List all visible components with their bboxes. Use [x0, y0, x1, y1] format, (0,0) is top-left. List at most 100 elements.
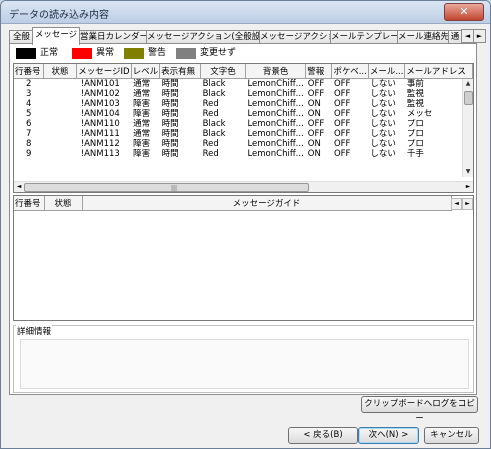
tab-mail-contact[interactable]: メール連絡先 [397, 30, 449, 44]
cell-mail: しない [370, 79, 396, 89]
back-button[interactable]: < 戻る(B) [288, 427, 358, 444]
legend-label-warning: 警告 [148, 48, 167, 58]
col-header-message-id[interactable]: メッセージID [76, 64, 132, 79]
scroll-down-icon[interactable]: ▼ [463, 167, 473, 177]
cell-row-number: 7 [25, 129, 32, 139]
guide-scroll-right-icon[interactable]: ► [462, 198, 473, 210]
tab-message-action[interactable]: メッセージアクション [259, 30, 331, 44]
cell-alarm: ON [307, 109, 321, 119]
cell-level: 障害 [133, 139, 151, 149]
cell-pager: OFF [333, 129, 351, 139]
table-row[interactable]: 8 !ANM112 障害 時間 Red LemonChiff... ON OFF しない プロ [14, 139, 473, 149]
window-title: データの読み込み内容 [9, 10, 109, 21]
dialog-window: データの読み込み内容 ✕ 全般 メッセージ 営業日カレンダー メッセージアクショ… [0, 0, 491, 449]
cell-row-number: 2 [25, 79, 32, 89]
guide-col-header-status[interactable]: 状態 [44, 196, 83, 211]
cell-display: 時間 [161, 89, 179, 99]
copy-log-to-clipboard-button[interactable]: クリップボードへログをコピー [361, 396, 478, 424]
message-grid[interactable]: 行番号 状態 メッセージID レベル 表示有無 文字色 背景色 警報 ポケベ..… [13, 63, 474, 193]
vertical-scroll-thumb[interactable] [464, 91, 473, 105]
cell-mail: しない [370, 119, 396, 129]
legend-label-unchanged: 変更せず [200, 48, 237, 58]
cell-status [43, 109, 76, 119]
cell-status [43, 89, 76, 99]
tab-business-calendar[interactable]: 営業日カレンダー [79, 30, 147, 44]
cell-level: 通常 [133, 89, 151, 99]
col-header-mail-address[interactable]: メールアドレス [404, 64, 473, 79]
cell-row-number: 6 [25, 119, 32, 129]
tab-mail-template[interactable]: メールテンプレート [330, 30, 398, 44]
col-header-text-color[interactable]: 文字色 [200, 64, 246, 79]
message-tab-panel: 正常 異常 警告 変更せず 行番号 状態 メッセージID レベル 表示有無 文字… [9, 43, 477, 395]
table-row[interactable]: 7 !ANM111 通常 時間 Black LemonChiff... OFF OFF しないプ… [14, 129, 473, 139]
cell-text-color: Red [202, 149, 219, 159]
tab-general[interactable]: 全般 [9, 30, 34, 44]
cell-alarm: OFF [307, 79, 325, 89]
cell-status [43, 149, 76, 159]
cancel-button[interactable]: キャンセル [424, 427, 479, 444]
cell-row-number: 4 [25, 99, 32, 109]
cell-background-color: LemonChiff... [247, 89, 304, 99]
cell-status [43, 99, 76, 109]
tab-message[interactable]: メッセージ [32, 27, 80, 45]
table-row[interactable]: 4 !ANM103 障害 時間 Red LemonChiff... ON OFF しない 監視 [14, 99, 473, 109]
cell-pager: OFF [333, 89, 351, 99]
cell-level: 通常 [133, 129, 151, 139]
cell-display: 時間 [161, 79, 179, 89]
cell-mail: しない [370, 89, 396, 99]
cell-row-number: 3 [25, 89, 32, 99]
tab-message-action-general[interactable]: メッセージアクション(全般設定) [146, 30, 260, 44]
legend-label-normal: 正常 [40, 48, 59, 58]
cell-background-color: LemonChiff... [247, 129, 304, 139]
status-legend: 正常 異常 警告 変更せず [16, 47, 316, 61]
horizontal-scroll-thumb[interactable]: ||| [24, 183, 309, 192]
title-bar: データの読み込み内容 ✕ [1, 1, 490, 24]
col-header-level[interactable]: レベル [131, 64, 161, 79]
col-header-alarm[interactable]: 警報 [305, 64, 333, 79]
col-header-display[interactable]: 表示有無 [159, 64, 202, 79]
tab-scroll-right-icon[interactable]: ► [473, 29, 486, 43]
cell-background-color: LemonChiff... [247, 149, 304, 159]
scroll-left-icon[interactable]: ◄ [14, 182, 24, 192]
next-button[interactable]: 次へ(N) > [358, 427, 419, 444]
message-guide-grid[interactable]: 行番号 状態 メッセージガイド ◄ ► [13, 195, 474, 321]
table-row[interactable]: 5 !ANM104 障害 時間 Red LemonChiff... ON OFF しない メッセ [14, 109, 473, 119]
tab-notification[interactable]: 通 [448, 30, 462, 44]
cell-status [43, 139, 76, 149]
guide-col-header-row-number[interactable]: 行番号 [14, 196, 45, 211]
message-grid-horizontal-scrollbar[interactable]: ◄ ||| ► [14, 181, 473, 192]
guide-col-header-message-guide[interactable]: メッセージガイド [82, 196, 452, 211]
cell-background-color: LemonChiff... [247, 79, 304, 89]
col-header-status[interactable]: 状態 [43, 64, 78, 79]
message-table: 行番号 状態 メッセージID レベル 表示有無 文字色 背景色 警報 ポケベ..… [14, 64, 473, 159]
legend-label-error: 異常 [96, 48, 115, 58]
cell-alarm: OFF [307, 89, 325, 99]
cell-text-color: Black [202, 129, 226, 139]
cell-text-color: Black [202, 89, 226, 99]
col-header-mail[interactable]: メール... [368, 64, 406, 79]
cell-level: 障害 [133, 149, 151, 159]
cell-background-color: LemonChiff... [247, 139, 304, 149]
table-row[interactable]: 9 !ANM113 障害 時間 Red LemonChiff... ON OFF しない 千手 [14, 149, 473, 159]
tab-strip: 全般 メッセージ 営業日カレンダー メッセージアクション(全般設定) メッセージ… [9, 27, 486, 45]
col-header-row-number[interactable]: 行番号 [14, 64, 44, 79]
cell-level: 通常 [133, 119, 151, 129]
table-row[interactable]: 6 !ANM110 通常 時間 Black LemonChiff... OFF OFF しないプ… [14, 119, 473, 129]
cell-mail: しない [370, 109, 396, 119]
cell-background-color: LemonChiff... [247, 119, 304, 129]
guide-scroll-left-icon[interactable]: ◄ [451, 198, 462, 210]
cell-status [43, 119, 76, 129]
scroll-right-icon[interactable]: ► [463, 182, 473, 192]
cell-display: 時間 [161, 109, 179, 119]
scroll-up-icon[interactable]: ▲ [463, 79, 473, 89]
message-guide-table: 行番号 状態 メッセージガイド [14, 196, 452, 211]
guide-grid-header-row: 行番号 状態 メッセージガイド [14, 196, 452, 211]
cell-alarm: ON [307, 139, 321, 149]
table-row[interactable]: 2 !ANM101 通常 時間 Black LemonChiff... OFF OFF しない事… [14, 79, 473, 90]
cell-mail: しない [370, 149, 396, 159]
close-icon[interactable]: ✕ [444, 3, 484, 21]
col-header-pager[interactable]: ポケベ... [331, 64, 369, 79]
col-header-background-color[interactable]: 背景色 [245, 64, 307, 79]
message-grid-vertical-scrollbar[interactable]: ▲ ▼ [462, 79, 473, 177]
table-row[interactable]: 3 !ANM102 通常 時間 Black LemonChiff... OFF OFF しない監… [14, 89, 473, 99]
